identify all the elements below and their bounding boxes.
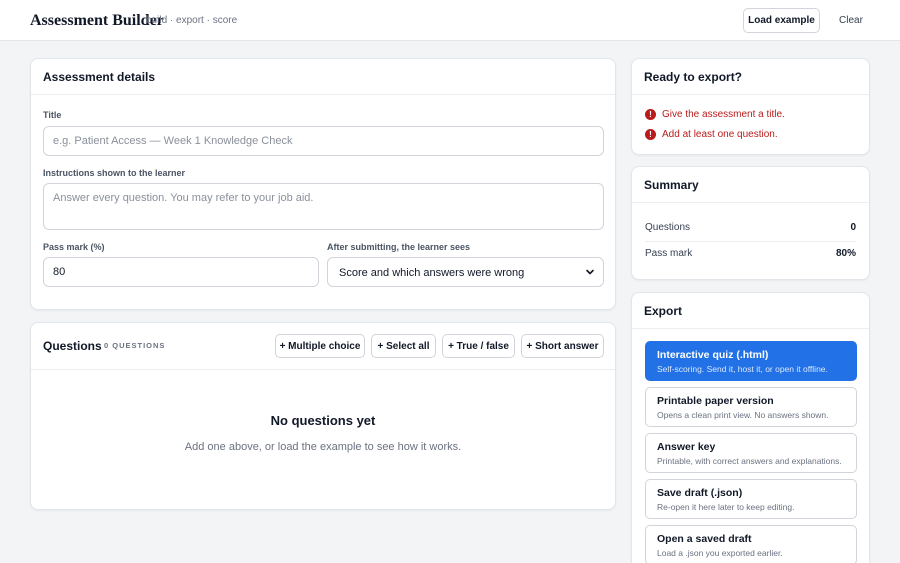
load-example-button[interactable]: Load example [743, 8, 820, 33]
summary-row-pass-mark: Pass mark 80% [645, 241, 856, 267]
export-option-title: Printable paper version [657, 395, 774, 407]
validation-error-text: Give the assessment a title. [662, 109, 785, 120]
assessment-details-card: Assessment details Title Instructions sh… [30, 58, 616, 310]
card-title: Summary [644, 178, 699, 192]
add-short-answer-button[interactable]: + Short answer [521, 334, 604, 358]
pass-mark-input[interactable] [43, 257, 319, 287]
empty-state-text: Add one above, or load the example to se… [184, 441, 462, 453]
export-interactive-quiz-button[interactable]: Interactive quiz (.html) Self-scoring. S… [645, 341, 857, 381]
card-header: Summary [632, 167, 869, 203]
card-header: Assessment details [31, 59, 615, 95]
validation-error: ! Give the assessment a title. [645, 109, 785, 120]
add-select-all-button[interactable]: + Select all [371, 334, 436, 358]
card-header: Questions 0 QUESTIONS + Multiple choice … [31, 323, 615, 370]
alert-circle-icon: ! [645, 129, 656, 140]
app-tagline: build · export · score [146, 15, 238, 26]
title-input[interactable] [43, 126, 604, 156]
clear-button[interactable]: Clear [833, 8, 869, 33]
export-option-desc: Re-open it here later to keep editing. [657, 502, 795, 512]
card-header: Export [632, 293, 869, 329]
export-option-title: Open a saved draft [657, 533, 752, 545]
export-option-title: Answer key [657, 441, 716, 453]
instructions-textarea[interactable] [43, 183, 604, 230]
export-card: Export Interactive quiz (.html) Self-sco… [631, 292, 870, 563]
summary-card: Summary Questions 0 Pass mark 80% [631, 166, 870, 280]
app-title: Assessment Builder [30, 12, 164, 29]
questions-title: Questions [43, 339, 102, 353]
card-title: Export [644, 304, 683, 318]
export-save-draft-button[interactable]: Save draft (.json) Re-open it here later… [645, 479, 857, 519]
add-true-false-button[interactable]: + True / false [442, 334, 515, 358]
add-multiple-choice-button[interactable]: + Multiple choice [275, 334, 365, 358]
instructions-label: Instructions shown to the learner [43, 168, 186, 178]
card-title: Ready to export? [644, 70, 743, 84]
validation-error-text: Add at least one question. [662, 129, 778, 140]
export-option-title: Save draft (.json) [657, 487, 743, 499]
empty-state-title: No questions yet [270, 413, 376, 428]
summary-row-questions: Questions 0 [645, 215, 856, 241]
alert-circle-icon: ! [645, 109, 656, 120]
export-answer-key-button[interactable]: Answer key Printable, with correct answe… [645, 433, 857, 473]
title-label: Title [43, 110, 62, 120]
question-count-badge: 0 QUESTIONS [104, 341, 166, 350]
card-header: Ready to export? [632, 59, 869, 95]
card-title: Assessment details [43, 70, 156, 84]
export-option-title: Interactive quiz (.html) [657, 349, 769, 361]
after-submit-selected: Score and which answers were wrong [339, 267, 525, 279]
chevron-down-icon [586, 269, 594, 275]
export-printable-paper-button[interactable]: Printable paper version Opens a clean pr… [645, 387, 857, 427]
summary-value: 80% [835, 248, 856, 259]
questions-card: Questions 0 QUESTIONS + Multiple choice … [30, 322, 616, 510]
validation-error: ! Add at least one question. [645, 129, 778, 140]
top-bar: Assessment Builder build · export · scor… [0, 0, 900, 41]
after-submit-label: After submitting, the learner sees [327, 242, 471, 252]
export-open-draft-button[interactable]: Open a saved draft Load a .json you expo… [645, 525, 857, 563]
export-option-desc: Load a .json you exported earlier. [657, 548, 783, 558]
summary-label: Pass mark [645, 248, 693, 259]
export-option-desc: Printable, with correct answers and expl… [657, 456, 842, 466]
export-option-desc: Opens a clean print view. No answers sho… [657, 410, 829, 420]
ready-to-export-card: Ready to export? ! Give the assessment a… [631, 58, 870, 155]
summary-label: Questions [645, 222, 691, 233]
pass-mark-label: Pass mark (%) [43, 242, 105, 252]
summary-value: 0 [850, 222, 856, 233]
after-submit-select[interactable]: Score and which answers were wrong [327, 257, 604, 287]
export-option-desc: Self-scoring. Send it, host it, or open … [657, 364, 828, 374]
